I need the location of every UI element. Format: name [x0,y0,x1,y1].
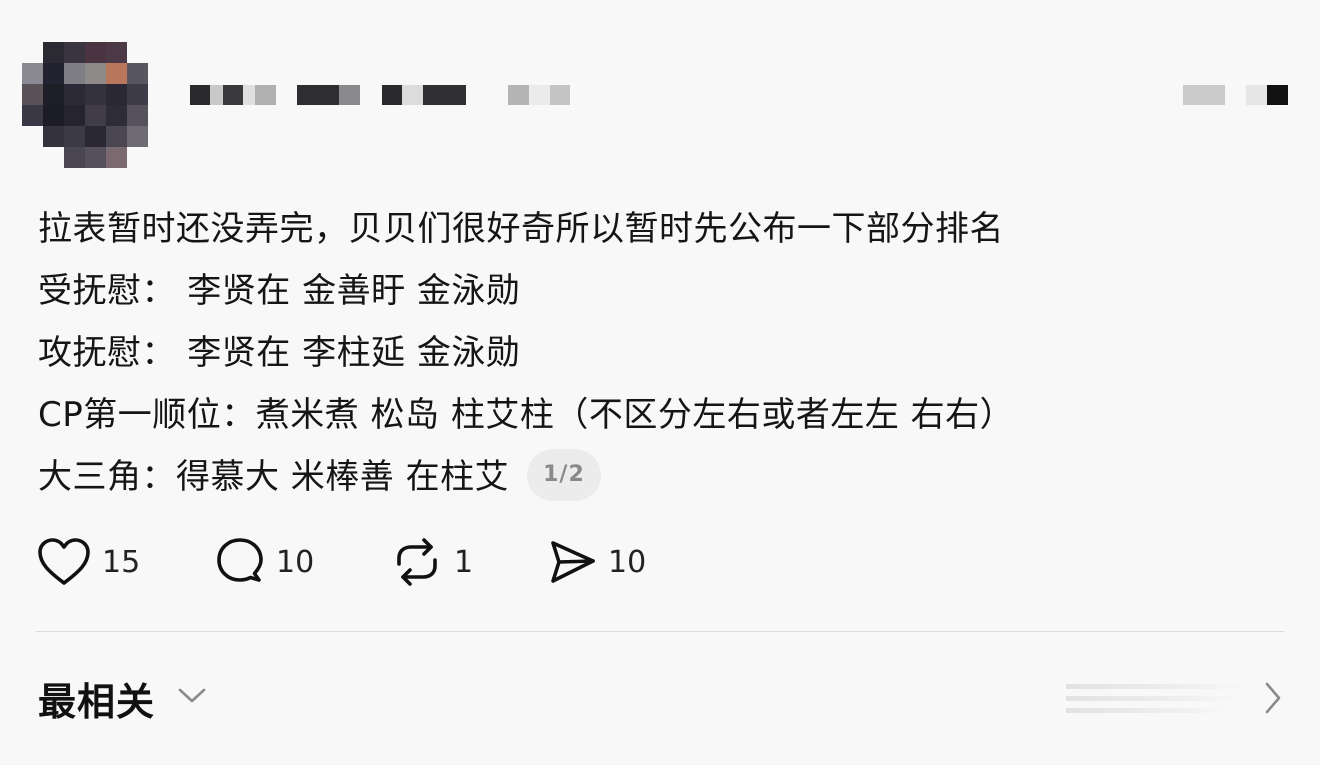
repost-count: 1 [454,544,474,580]
comment-button[interactable]: 10 [214,534,390,590]
sort-dropdown[interactable]: 最相关 [38,672,207,724]
image-page-indicator: 1/2 [527,448,601,501]
share-send-icon [546,536,598,588]
repost-button[interactable]: 1 [390,534,546,590]
heart-icon [36,536,92,588]
repost-icon [390,536,444,588]
post-line-cp-ranking: CP第一顺位：煮米煮 松岛 柱艾柱（不区分左右或者左左 右右） [38,395,1015,435]
comment-count: 10 [276,544,315,580]
post-line-intro: 拉表暂时还没弄完，贝贝们很好奇所以暂时先公布一下部分排名 [38,209,1004,249]
timestamp-redacted [1183,85,1288,105]
action-bar: 15 10 1 10 [36,534,686,590]
share-count: 10 [608,544,647,580]
post-line-triangle-text: 大三角：得慕大 米棒善 在柱艾 [38,457,510,497]
like-button[interactable]: 15 [36,534,214,590]
avatar[interactable] [22,42,148,168]
username-redacted[interactable] [190,85,570,105]
comment-bubble-icon [214,536,266,588]
post-body: 拉表暂时还没弄完，贝贝们很好奇所以暂时先公布一下部分排名 受抚慰： 李贤在 金善… [38,198,1288,508]
view-activity-redacted[interactable] [1066,680,1244,718]
chevron-right-icon[interactable] [1262,680,1284,720]
divider [36,631,1284,632]
post-line-receive-comfort: 受抚慰： 李贤在 金善盱 金泳勋 [38,271,521,311]
like-count: 15 [102,544,141,580]
post-line-give-comfort: 攻抚慰： 李贤在 李柱延 金泳勋 [38,333,521,373]
chevron-down-icon [155,686,207,710]
sort-label: 最相关 [38,679,156,724]
post-view: 拉表暂时还没弄完，贝贝们很好奇所以暂时先公布一下部分排名 受抚慰： 李贤在 金善… [0,0,1320,765]
share-button[interactable]: 10 [546,534,686,590]
post-line-triangle: 大三角：得慕大 米棒善 在柱艾 1/2 [38,446,1288,508]
